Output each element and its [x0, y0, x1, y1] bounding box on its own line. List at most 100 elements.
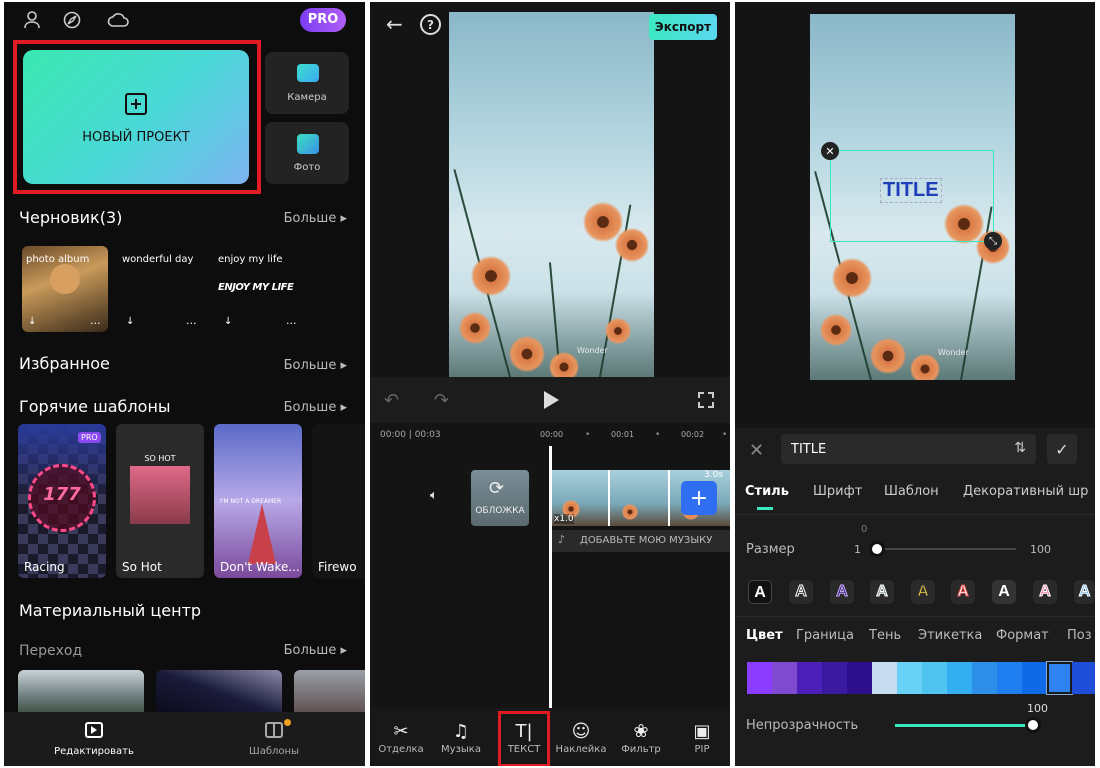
color-swatch[interactable] [847, 662, 872, 694]
size-slider-thumb[interactable] [869, 541, 885, 557]
size-max: 100 [1030, 543, 1051, 556]
opacity-slider-thumb[interactable] [1025, 717, 1041, 733]
template-card[interactable]: PRO 177 Racing [18, 424, 106, 578]
subtab-position[interactable]: Поз [1067, 628, 1092, 643]
color-swatch[interactable] [822, 662, 847, 694]
text-editor-panel: Wonder TITLE ✕ ⤡ ✕ TITLE ⇅ ✓ Стиль Шрифт… [735, 2, 1095, 766]
color-swatch[interactable] [997, 662, 1022, 694]
draft-card[interactable]: photo album ↓ ... [22, 246, 108, 332]
text-style-outline[interactable]: A [789, 580, 813, 604]
undo-icon[interactable]: ↶ [384, 390, 399, 411]
transition-thumb[interactable] [294, 670, 365, 716]
delete-text-icon[interactable]: ✕ [821, 142, 839, 160]
download-icon[interactable]: ↓ [224, 316, 232, 327]
play-icon[interactable] [544, 391, 559, 409]
subtab-format[interactable]: Формат [996, 628, 1049, 643]
pro-badge[interactable]: PRO [300, 8, 346, 32]
color-swatch[interactable] [897, 662, 922, 694]
text-style-yellow[interactable]: A [911, 580, 935, 604]
music-note-icon: ♪ [558, 533, 566, 546]
more-icon[interactable]: ... [90, 314, 101, 327]
transition-more-link[interactable]: Больше ▸ [284, 643, 347, 658]
text-style-pink[interactable]: A [1033, 580, 1057, 604]
redo-icon[interactable]: ↷ [434, 390, 449, 411]
export-button[interactable]: Экспорт [649, 14, 717, 40]
music-tool[interactable]: ♫ Музыка [434, 720, 488, 755]
download-icon[interactable]: ↓ [28, 316, 36, 327]
back-arrow-icon[interactable]: ← [386, 12, 403, 36]
more-icon[interactable]: ... [286, 314, 297, 327]
title-overlay-text[interactable]: TITLE [880, 178, 942, 203]
resize-handle-icon[interactable]: ⤡ [984, 232, 1002, 250]
tab-decorative[interactable]: Декоративный шр [963, 484, 1088, 499]
tab-font[interactable]: Шрифт [813, 484, 862, 499]
drafts-more-link[interactable]: Больше ▸ [284, 211, 347, 226]
color-swatch[interactable] [922, 662, 947, 694]
cloud-icon[interactable] [106, 10, 130, 30]
text-style-red[interactable]: A [951, 580, 975, 604]
new-project-button[interactable]: НОВЫЙ ПРОЕКТ [23, 50, 249, 184]
speaker-icon[interactable]: 🔈︎ [430, 488, 438, 503]
cover-button[interactable]: ⟳ ОБЛОЖКА [471, 470, 529, 526]
tab-style[interactable]: Стиль [745, 484, 789, 499]
text-style-plain[interactable]: A [748, 580, 772, 604]
color-swatch[interactable] [1022, 662, 1047, 694]
draft-label: photo album [26, 254, 90, 265]
color-swatch[interactable] [972, 662, 997, 694]
color-swatch[interactable] [797, 662, 822, 694]
photo-button[interactable]: Фото [265, 122, 349, 184]
draft-card[interactable]: wonderful day ↓ ... [118, 246, 204, 332]
color-swatch[interactable] [1072, 662, 1095, 694]
text-style-purple[interactable]: A [830, 580, 854, 604]
tab-underline [757, 507, 773, 510]
template-card[interactable]: I'M NOT A DREAMER Don't Wake... [214, 424, 302, 578]
color-swatch[interactable] [772, 662, 797, 694]
nav-edit[interactable]: Редактировать [44, 722, 144, 762]
subtab-color[interactable]: Цвет [746, 628, 783, 643]
playhead[interactable] [549, 446, 552, 714]
nav-templates[interactable]: Шаблоны [224, 719, 324, 762]
text-style-gray[interactable]: A [870, 580, 894, 604]
pip-tool[interactable]: ▣ PIP [675, 720, 729, 755]
sticker-tool[interactable]: ☺ Наклейка [554, 720, 608, 755]
opacity-label: Непрозрачность [746, 718, 859, 733]
transition-thumb[interactable] [18, 670, 144, 716]
tab-template[interactable]: Шаблон [884, 484, 939, 499]
favorites-more-link[interactable]: Больше ▸ [284, 358, 347, 373]
subtab-label[interactable]: Этикетка [918, 628, 982, 643]
material-center-title: Материальный центр [19, 601, 202, 620]
camera-button[interactable]: Камера [265, 52, 349, 114]
transition-thumb[interactable] [156, 670, 282, 716]
download-icon[interactable]: ↓ [126, 316, 134, 327]
racing-number: 177 [43, 484, 81, 505]
swap-icon[interactable]: ⇅ [1014, 440, 1026, 456]
template-card[interactable]: Firewo [312, 424, 365, 578]
confirm-button[interactable]: ✓ [1047, 434, 1077, 464]
text-style-blue[interactable]: A [1074, 580, 1095, 604]
color-swatch[interactable] [747, 662, 772, 694]
text-tool[interactable]: T| ТЕКСТ [497, 720, 551, 755]
help-icon[interactable]: ? [420, 14, 441, 35]
text-style-dark[interactable]: A [992, 580, 1016, 604]
profile-icon[interactable] [22, 10, 42, 30]
compass-icon[interactable] [62, 10, 82, 30]
add-music-track[interactable]: ♪ ДОБАВЬТЕ МОЮ МУЗЫКУ [552, 530, 730, 552]
trim-tool[interactable]: ✂ Отделка [374, 720, 428, 755]
hot-templates-more-link[interactable]: Больше ▸ [284, 400, 347, 415]
draft-card[interactable]: enjoy my life ENJOY MY LIFE ↓ ... [214, 246, 304, 332]
filter-tool[interactable]: ❀ Фильтр [614, 720, 668, 755]
pro-badge: PRO [78, 432, 101, 443]
template-card[interactable]: SO HOT So Hot [116, 424, 204, 578]
color-swatch[interactable] [872, 662, 897, 694]
subtab-shadow[interactable]: Тень [869, 628, 901, 643]
size-slider-track[interactable] [876, 548, 1016, 550]
text-input[interactable]: TITLE ⇅ [781, 434, 1036, 464]
add-clip-button[interactable]: + [681, 481, 717, 515]
fullscreen-icon[interactable] [698, 392, 714, 408]
templates-icon [265, 722, 283, 738]
color-swatch[interactable] [1046, 661, 1073, 695]
close-icon[interactable]: ✕ [749, 440, 764, 461]
more-icon[interactable]: ... [186, 314, 197, 327]
subtab-border[interactable]: Граница [796, 628, 854, 643]
color-swatch[interactable] [947, 662, 972, 694]
